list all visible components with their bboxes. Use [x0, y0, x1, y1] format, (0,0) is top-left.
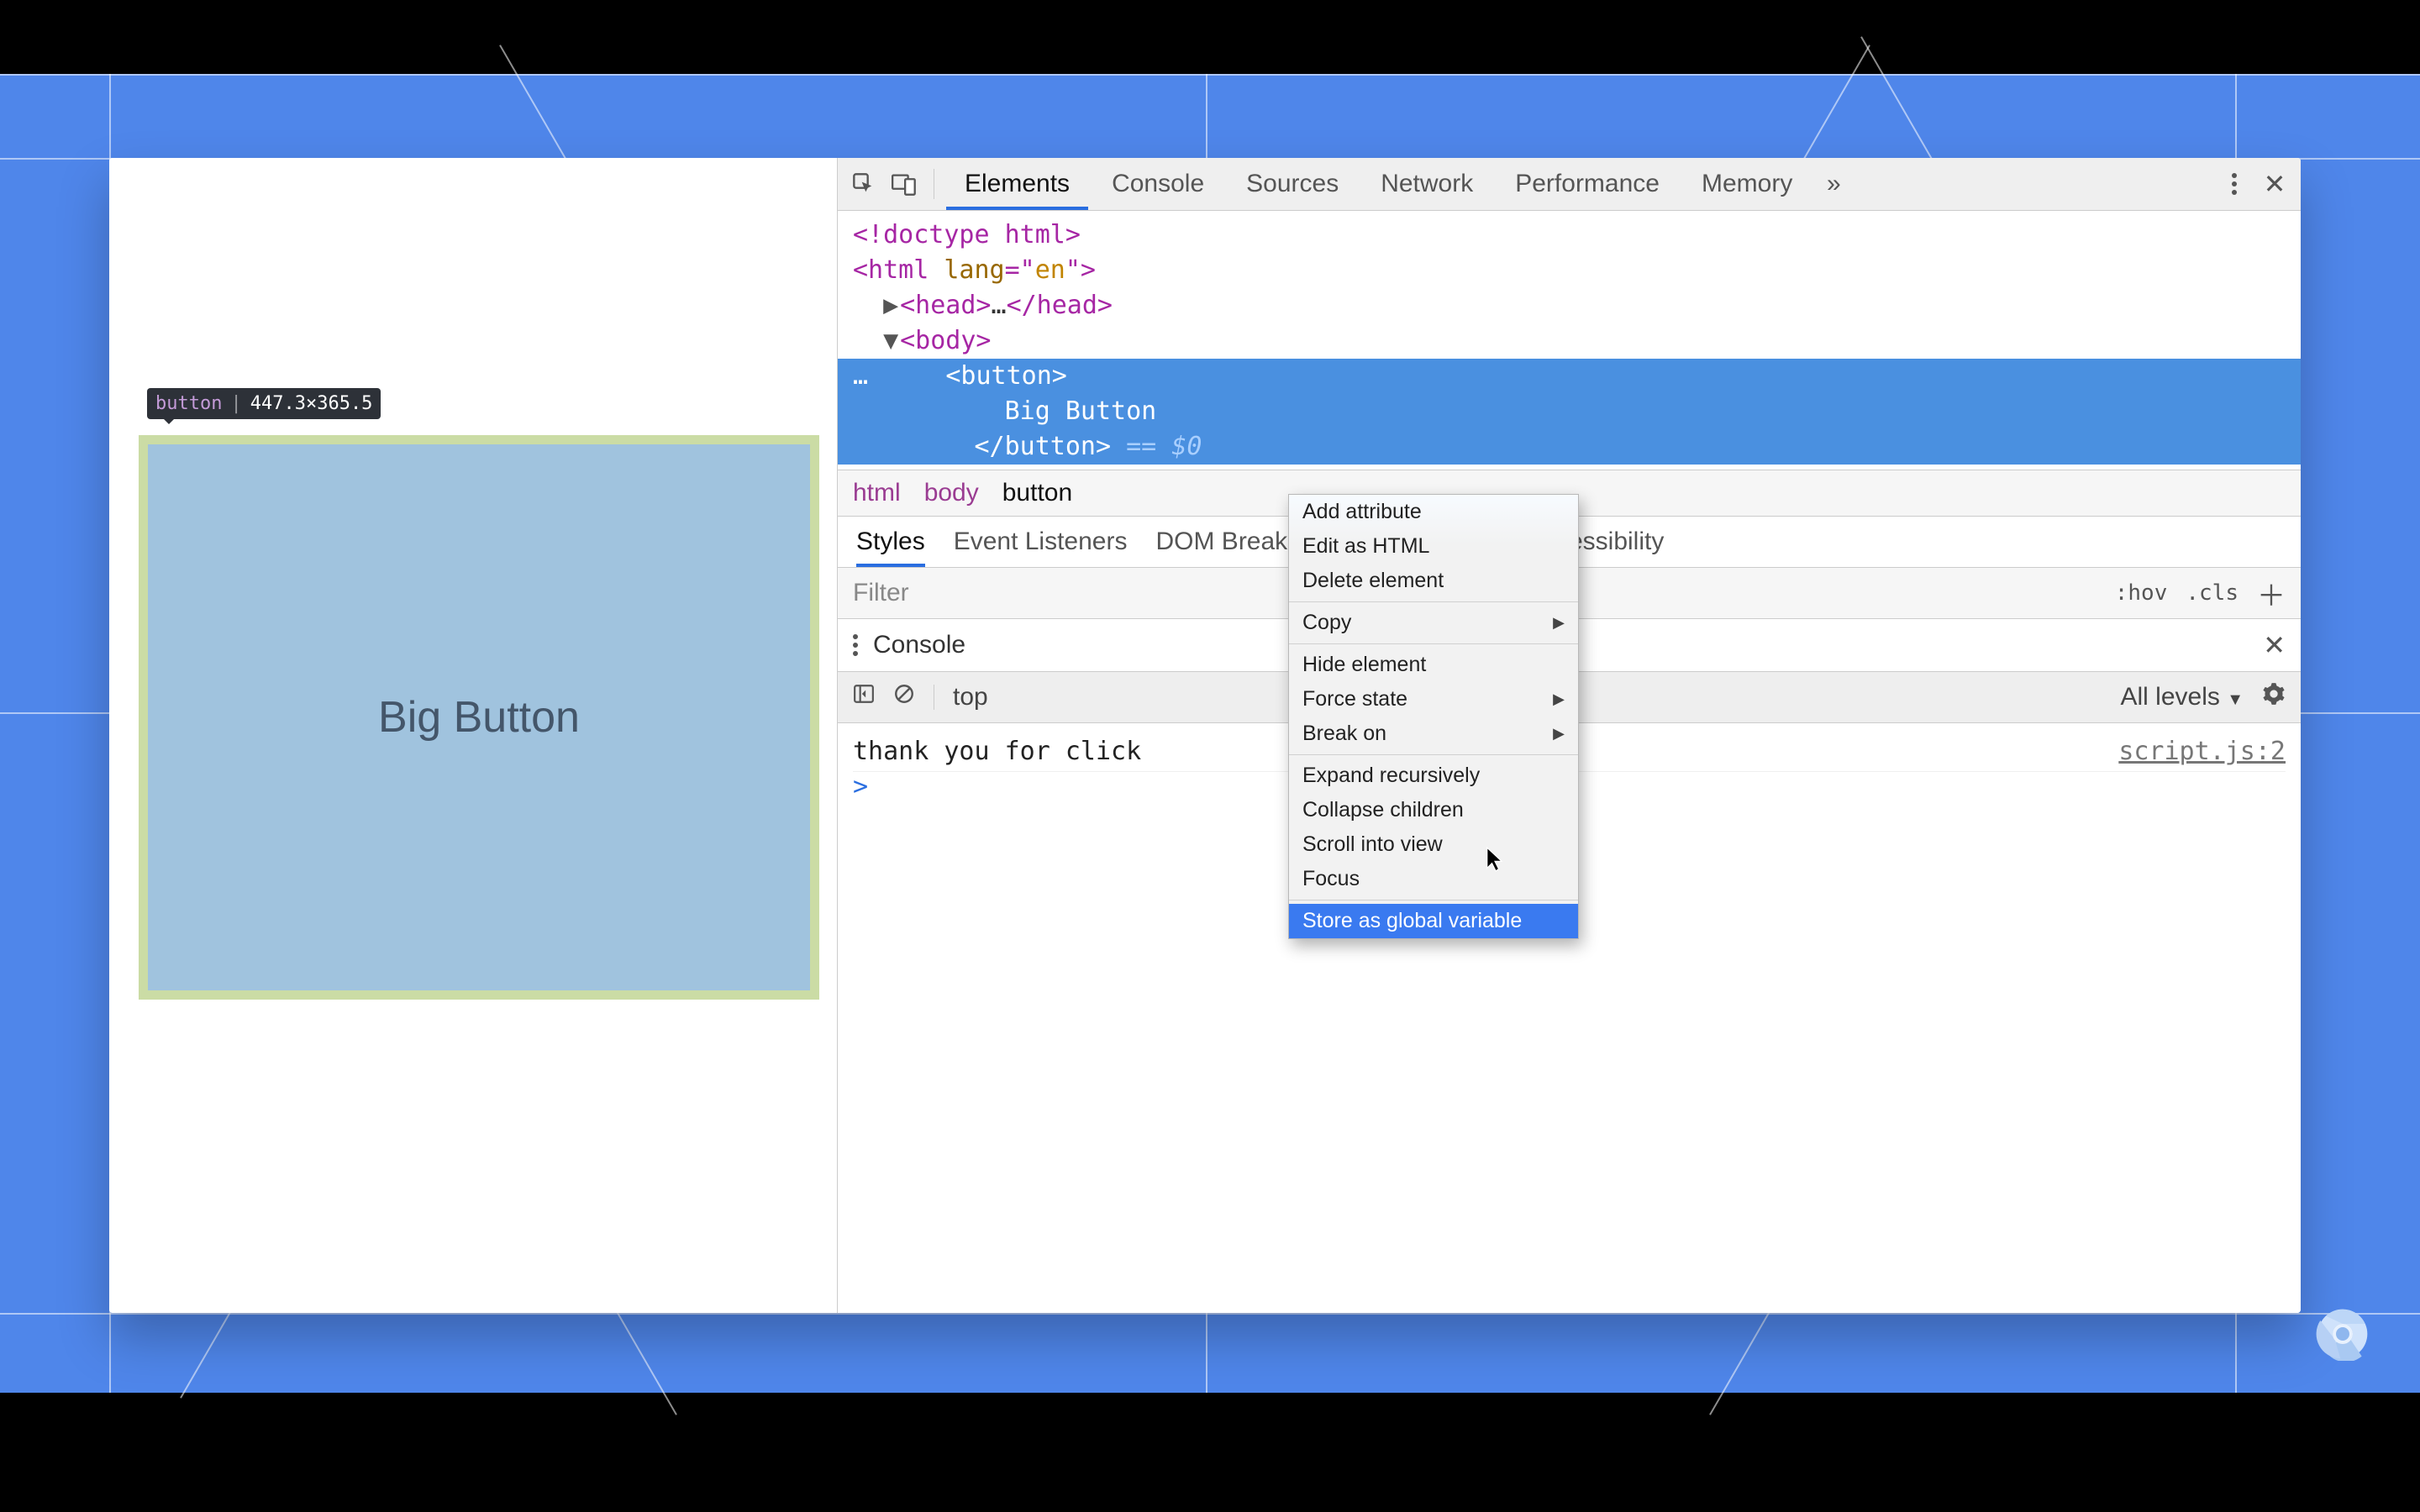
ctx-scroll-into-view[interactable]: Scroll into view — [1289, 827, 1578, 862]
subtab-event-listeners[interactable]: Event Listeners — [954, 517, 1128, 567]
console-context[interactable]: top — [953, 683, 988, 711]
ctx-collapse-children[interactable]: Collapse children — [1289, 793, 1578, 827]
tab-console[interactable]: Console — [1093, 158, 1223, 210]
tab-elements[interactable]: Elements — [946, 158, 1088, 210]
ctx-copy[interactable]: Copy▶ — [1289, 606, 1578, 640]
dom-line[interactable]: <!doctype html> — [853, 218, 2286, 253]
submenu-arrow-icon: ▶ — [1553, 614, 1565, 632]
tab-network[interactable]: Network — [1362, 158, 1491, 210]
ctx-delete-element[interactable]: Delete element — [1289, 564, 1578, 598]
close-drawer-icon[interactable]: ✕ — [2263, 629, 2286, 661]
more-tabs-icon[interactable]: » — [1816, 166, 1851, 202]
big-button[interactable]: Big Button — [139, 435, 819, 1000]
dom-selected-node[interactable]: … <button> Big Button </button> == $0 — [838, 359, 2301, 465]
styles-filter-input[interactable]: Filter — [853, 579, 909, 607]
tab-memory[interactable]: Memory — [1683, 158, 1811, 210]
ctx-expand-recursively[interactable]: Expand recursively — [1289, 759, 1578, 793]
dom-tree[interactable]: <!doctype html> <html lang="en"> ▶<head>… — [838, 211, 2301, 470]
devtools-toolbar: Elements Console Sources Network Perform… — [838, 158, 2301, 211]
inspect-icon[interactable] — [846, 166, 881, 202]
context-menu: Add attribute Edit as HTML Delete elemen… — [1288, 494, 1579, 939]
submenu-arrow-icon: ▶ — [1553, 725, 1565, 743]
tab-sources[interactable]: Sources — [1228, 158, 1357, 210]
new-style-rule-icon[interactable]: ＋ — [2257, 573, 2286, 614]
device-toggle-icon[interactable] — [886, 166, 922, 202]
kebab-menu-icon[interactable] — [2217, 166, 2252, 202]
drawer-kebab-icon[interactable] — [853, 634, 858, 656]
dom-line[interactable]: ▼<body> — [853, 323, 2286, 359]
console-levels-dropdown[interactable]: All levels ▼ — [2120, 683, 2244, 711]
console-log-text: thank you for click — [853, 737, 1141, 766]
ctx-edit-as-html[interactable]: Edit as HTML — [1289, 529, 1578, 564]
presentation-background: button | 447.3×365.5 Big Button — [0, 74, 2420, 1393]
ctx-hide-element[interactable]: Hide element — [1289, 648, 1578, 682]
submenu-arrow-icon: ▶ — [1553, 690, 1565, 708]
hov-toggle[interactable]: :hov — [2115, 580, 2168, 606]
cls-toggle[interactable]: .cls — [2186, 580, 2238, 606]
console-log-source[interactable]: script.js:2 — [2118, 737, 2286, 766]
clear-console-icon[interactable] — [893, 683, 915, 711]
crumb-html[interactable]: html — [853, 479, 901, 507]
tab-performance[interactable]: Performance — [1497, 158, 1678, 210]
subtab-styles[interactable]: Styles — [856, 517, 925, 567]
ctx-break-on[interactable]: Break on▶ — [1289, 717, 1578, 751]
ctx-force-state[interactable]: Force state▶ — [1289, 682, 1578, 717]
drawer-title: Console — [873, 631, 965, 659]
console-settings-icon[interactable] — [2262, 682, 2286, 712]
tooltip-dimensions: 447.3×365.5 — [250, 393, 373, 414]
tooltip-tag: button — [155, 393, 222, 414]
close-devtools-icon[interactable]: ✕ — [2257, 166, 2292, 202]
ctx-store-as-global-variable[interactable]: Store as global variable — [1289, 904, 1578, 938]
dom-line[interactable]: </body> — [853, 465, 2286, 470]
crumb-body[interactable]: body — [924, 479, 979, 507]
ctx-focus[interactable]: Focus — [1289, 862, 1578, 896]
dom-line[interactable]: ▶<head>…</head> — [853, 288, 2286, 323]
element-tooltip: button | 447.3×365.5 — [147, 388, 381, 419]
chrome-logo-icon — [2316, 1307, 2370, 1361]
page-viewport: button | 447.3×365.5 Big Button — [109, 158, 837, 1313]
crumb-button[interactable]: button — [1002, 479, 1072, 507]
dom-line[interactable]: <html lang="en"> — [853, 253, 2286, 288]
show-console-sidebar-icon[interactable] — [853, 683, 875, 711]
ctx-add-attribute[interactable]: Add attribute — [1289, 495, 1578, 529]
screenshot-window: button | 447.3×365.5 Big Button — [109, 158, 2301, 1313]
